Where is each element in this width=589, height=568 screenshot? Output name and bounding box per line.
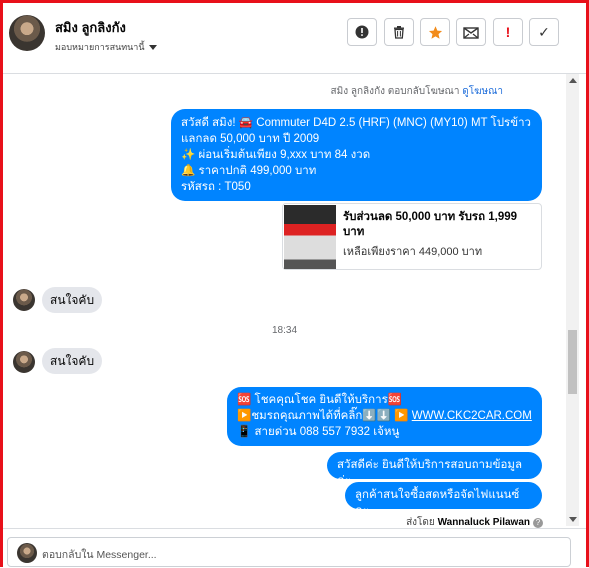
sent-by-name: Wannaluck Pilawan [437, 517, 530, 528]
follow-up-button[interactable]: ! [493, 18, 523, 46]
scroll-up-icon[interactable] [569, 78, 577, 83]
reply-input[interactable]: ตอบกลับใน Messenger... [7, 537, 571, 567]
mail-icon [463, 27, 479, 39]
star-button[interactable] [420, 18, 450, 46]
check-icon: ✓ [538, 23, 550, 40]
ad-card-title: รับส่วนลด 50,000 บาท รับรถ 1,999 บาท [343, 211, 518, 238]
ad-card-image [284, 205, 336, 269]
ad-line-2: แลกลด 50,000 บาท ปี 2009 [181, 133, 320, 145]
help-icon[interactable]: ? [533, 518, 543, 528]
outgoing-message: ลูกค้าสนใจซื้อสดหรือจัดไฟแนนซ์คะ [345, 482, 542, 517]
composer: ตอบกลับใน Messenger... [3, 528, 586, 568]
scrollbar-thumb[interactable] [568, 330, 577, 394]
chevron-down-icon [148, 45, 157, 51]
conversation-header: สมิง ลูกลิงกัง มอบหมายการสนทนานี้ ! ✓ [3, 3, 586, 74]
reply-message-bubble: 🆘 โชคคุณโชค ยินดีให้บริการ🆘 ▶️ชมรถคุณภาพ… [227, 387, 542, 446]
mark-done-button[interactable]: ✓ [529, 18, 559, 46]
assign-conversation-dropdown[interactable]: มอบหมายการสนทนานี้ [55, 40, 157, 54]
ad-line-3: ✨ ผ่อนเริ่มต้นเพียง 9,xxx บาท 84 งวด [181, 149, 371, 161]
reply-line-3: 📱 สายด่วน 088 557 7932 เจ้หนู [237, 426, 400, 438]
sent-by-prefix: ส่งโดย [406, 517, 435, 528]
ad-reply-note-text: สมิง ลูกลิงกัง ตอบกลับโฆษณา [330, 86, 460, 97]
reply-placeholder: ตอบกลับใน Messenger... [42, 549, 157, 561]
mark-unread-button[interactable] [456, 18, 486, 46]
contact-avatar-small [13, 351, 35, 373]
contact-avatar-small [13, 289, 35, 311]
star-icon [428, 25, 442, 39]
ad-card[interactable]: รับส่วนลด 50,000 บาท รับรถ 1,999 บาท เหล… [282, 203, 542, 270]
trash-icon [394, 26, 404, 39]
ad-line-5: รหัสรถ : T050 [181, 181, 251, 193]
assign-label: มอบหมายการสนทนานี้ [55, 42, 145, 52]
reply-line-2-text: ▶️ชมรถคุณภาพได้ที่คลิ๊ก⬇️⬇️ ▶️ [237, 410, 412, 422]
ad-message-bubble: สวัสดี สมิง! 🚘 Commuter D4D 2.5 (HRF) (M… [171, 109, 542, 201]
message-timestamp: 18:34 [272, 325, 298, 336]
chat-scrollbar[interactable] [566, 74, 579, 526]
page-avatar [17, 543, 37, 563]
website-link[interactable]: WWW.CKC2CAR.COM [412, 410, 532, 422]
incoming-message: สนใจคับ [42, 287, 103, 313]
incoming-message: สนใจคับ [42, 348, 103, 374]
delete-button[interactable] [384, 18, 414, 46]
ad-reply-note: สมิง ลูกลิงกัง ตอบกลับโฆษณา ดูโฆษณา [331, 84, 503, 99]
outgoing-message: สวัสดีค่ะ ยินดีให้บริการสอบถามข้อมูลค่ะ [327, 452, 542, 487]
ad-line-1: สวัสดี สมิง! 🚘 Commuter D4D 2.5 (HRF) (M… [181, 117, 531, 129]
view-ad-link[interactable]: ดูโฆษณา [462, 86, 503, 97]
reply-line-2: ▶️ชมรถคุณภาพได้ที่คลิ๊ก⬇️⬇️ ▶️ WWW.CKC2C… [237, 408, 532, 424]
scroll-down-icon[interactable] [569, 517, 577, 522]
contact-avatar[interactable] [9, 15, 45, 51]
mark-spam-button[interactable] [347, 18, 377, 46]
ad-line-4: 🔔 ราคาปกติ 499,000 บาท [181, 165, 317, 177]
ad-card-subtitle: เหลือเพียงราคา 449,000 บาท [343, 246, 483, 258]
contact-name[interactable]: สมิง ลูกลิงกัง [55, 17, 126, 38]
exclamation-icon: ! [505, 24, 511, 40]
alert-circle-icon [355, 25, 369, 39]
reply-line-1: 🆘 โชคคุณโชค ยินดีให้บริการ🆘 [237, 394, 403, 406]
